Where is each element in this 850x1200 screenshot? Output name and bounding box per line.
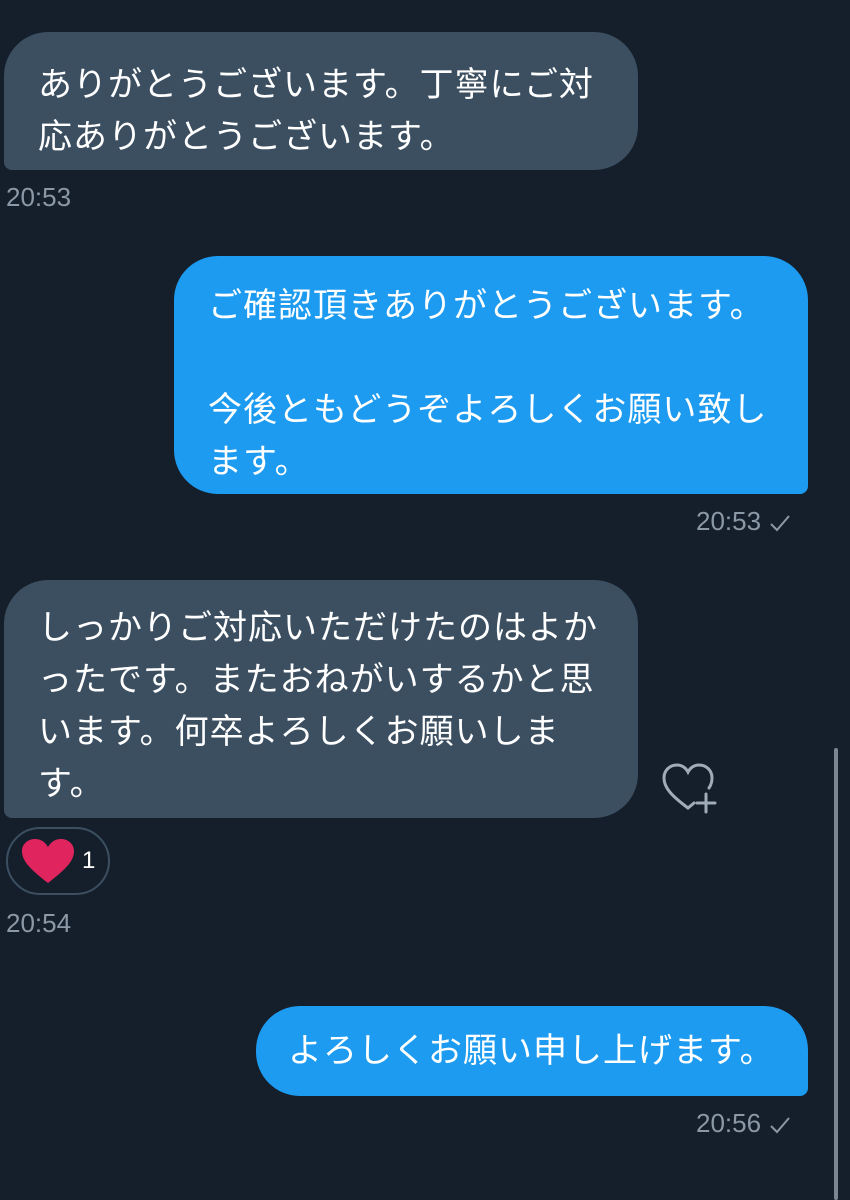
message-timestamp: 20:53 [696, 506, 791, 538]
reaction-count: 1 [82, 847, 96, 874]
scrollbar[interactable] [834, 748, 838, 1200]
message-bubble-sent[interactable]: ご確認頂きありがとうございます。 今後ともどうぞよろしくお願い致します。 [174, 256, 808, 494]
timestamp-text: 20:56 [696, 1108, 762, 1138]
message-timestamp: 20:56 [696, 1108, 791, 1140]
add-reaction-button[interactable] [660, 762, 722, 816]
message-timestamp: 20:53 [6, 182, 72, 212]
timestamp-text: 20:53 [696, 506, 762, 536]
message-bubble-sent[interactable]: よろしくお願い申し上げます。 [256, 1006, 808, 1096]
sent-check-icon [769, 1110, 791, 1140]
heart-icon [20, 839, 76, 889]
reaction-badge[interactable]: 1 [6, 827, 110, 895]
message-bubble-received[interactable]: しっかりご対応いただけたのはよかったです。またおねがいするかと思います。何卒よろ… [4, 580, 638, 818]
heart-plus-icon [662, 763, 717, 814]
message-bubble-received[interactable]: ありがとうございます。丁寧にご対応ありがとうございます。 [4, 32, 638, 170]
sent-check-icon [769, 508, 791, 538]
message-timestamp: 20:54 [6, 908, 72, 938]
